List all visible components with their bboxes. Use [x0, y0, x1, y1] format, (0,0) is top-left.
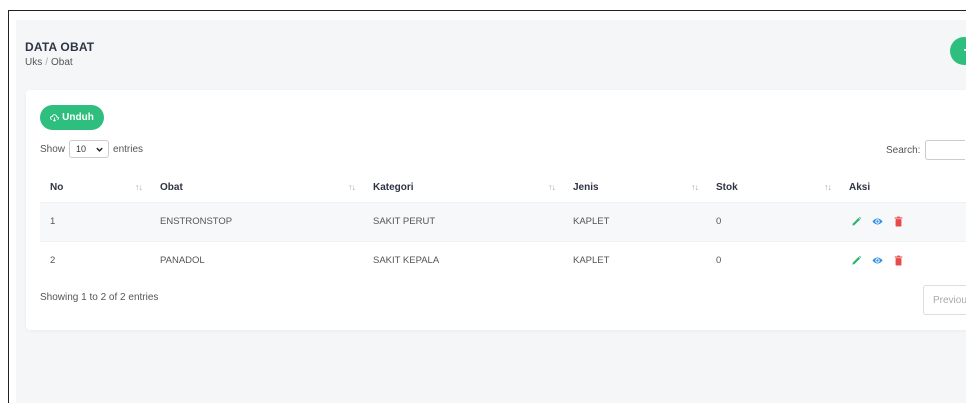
- edit-icon[interactable]: [851, 255, 862, 266]
- cell-stok: 0: [706, 201, 839, 241]
- entries-label: entries: [113, 143, 144, 155]
- unduh-button[interactable]: Unduh: [40, 105, 104, 130]
- cell-jenis: KAPLET: [563, 240, 706, 280]
- sort-icon: ↑↓: [348, 182, 356, 192]
- entries-control: Show 10 entries: [40, 140, 143, 158]
- breadcrumb-item-uks[interactable]: Uks: [25, 57, 42, 68]
- cell-aksi: [839, 240, 966, 280]
- column-header-stok[interactable]: Stok ↑↓: [706, 174, 839, 202]
- column-header-jenis[interactable]: Jenis ↑↓: [563, 174, 706, 202]
- pagination-info: Showing 1 to 2 of 2 entries: [40, 292, 159, 303]
- search-input[interactable]: [925, 140, 966, 160]
- cell-kategori: SAKIT PERUT: [363, 201, 563, 241]
- sort-icon: ↑↓: [548, 182, 556, 192]
- show-label: Show: [40, 143, 66, 155]
- breadcrumb: Uks / Obat: [25, 57, 73, 68]
- cell-obat: PANADOL: [150, 240, 363, 280]
- cell-kategori: SAKIT KEPALA: [363, 240, 563, 280]
- unduh-label: Unduh: [62, 112, 94, 123]
- cell-aksi: [839, 201, 966, 241]
- delete-icon[interactable]: [893, 216, 904, 227]
- search-label: Search:: [886, 144, 921, 156]
- chevron-down-icon: [96, 147, 103, 152]
- download-cloud-icon: [50, 114, 60, 122]
- previous-page-button[interactable]: Previou: [923, 285, 966, 315]
- breadcrumb-item-obat: Obat: [51, 57, 73, 68]
- obat-table: No ↑↓ Obat ↑↓ Kategori ↑↓ Jenis ↑↓ Stok ↑↓ Ak…: [40, 174, 966, 280]
- entries-select[interactable]: 10: [69, 140, 110, 158]
- column-header-obat[interactable]: Obat ↑↓: [150, 174, 363, 202]
- cell-stok: 0: [706, 240, 839, 280]
- table-header-row: No ↑↓ Obat ↑↓ Kategori ↑↓ Jenis ↑↓ Stok ↑↓ Ak…: [40, 174, 966, 202]
- column-header-aksi: Aksi: [849, 182, 871, 194]
- sort-icon: ↑↓: [691, 182, 699, 192]
- add-obat-button[interactable]: +: [950, 37, 966, 65]
- delete-icon[interactable]: [893, 255, 904, 266]
- cell-obat: ENSTRONSTOP: [150, 201, 363, 241]
- cell-no: 1: [40, 201, 150, 241]
- entries-select-value: 10: [76, 144, 87, 154]
- sort-icon: ↑↓: [824, 182, 832, 192]
- edit-icon[interactable]: [851, 216, 862, 227]
- page-title: DATA OBAT: [25, 40, 95, 54]
- search-control: Search:: [886, 140, 966, 160]
- page-content: DATA OBAT Uks/Obat + Unduh Show 10 entri…: [16, 20, 966, 403]
- sort-icon: ↑↓: [135, 182, 143, 192]
- view-icon[interactable]: [872, 255, 883, 266]
- table-row: 2 PANADOL SAKIT KEPALA KAPLET 0: [40, 240, 966, 280]
- column-header-no[interactable]: No ↑↓: [40, 174, 150, 202]
- cell-jenis: KAPLET: [563, 201, 706, 241]
- column-header-kategori[interactable]: Kategori ↑↓: [363, 174, 563, 202]
- table-row: 1 ENSTRONSTOP SAKIT PERUT KAPLET 0: [40, 201, 966, 241]
- obat-card: Unduh Show 10 entries Search: No ↑↓ Obat ↑…: [26, 90, 966, 330]
- view-icon[interactable]: [872, 216, 883, 227]
- cell-no: 2: [40, 240, 150, 280]
